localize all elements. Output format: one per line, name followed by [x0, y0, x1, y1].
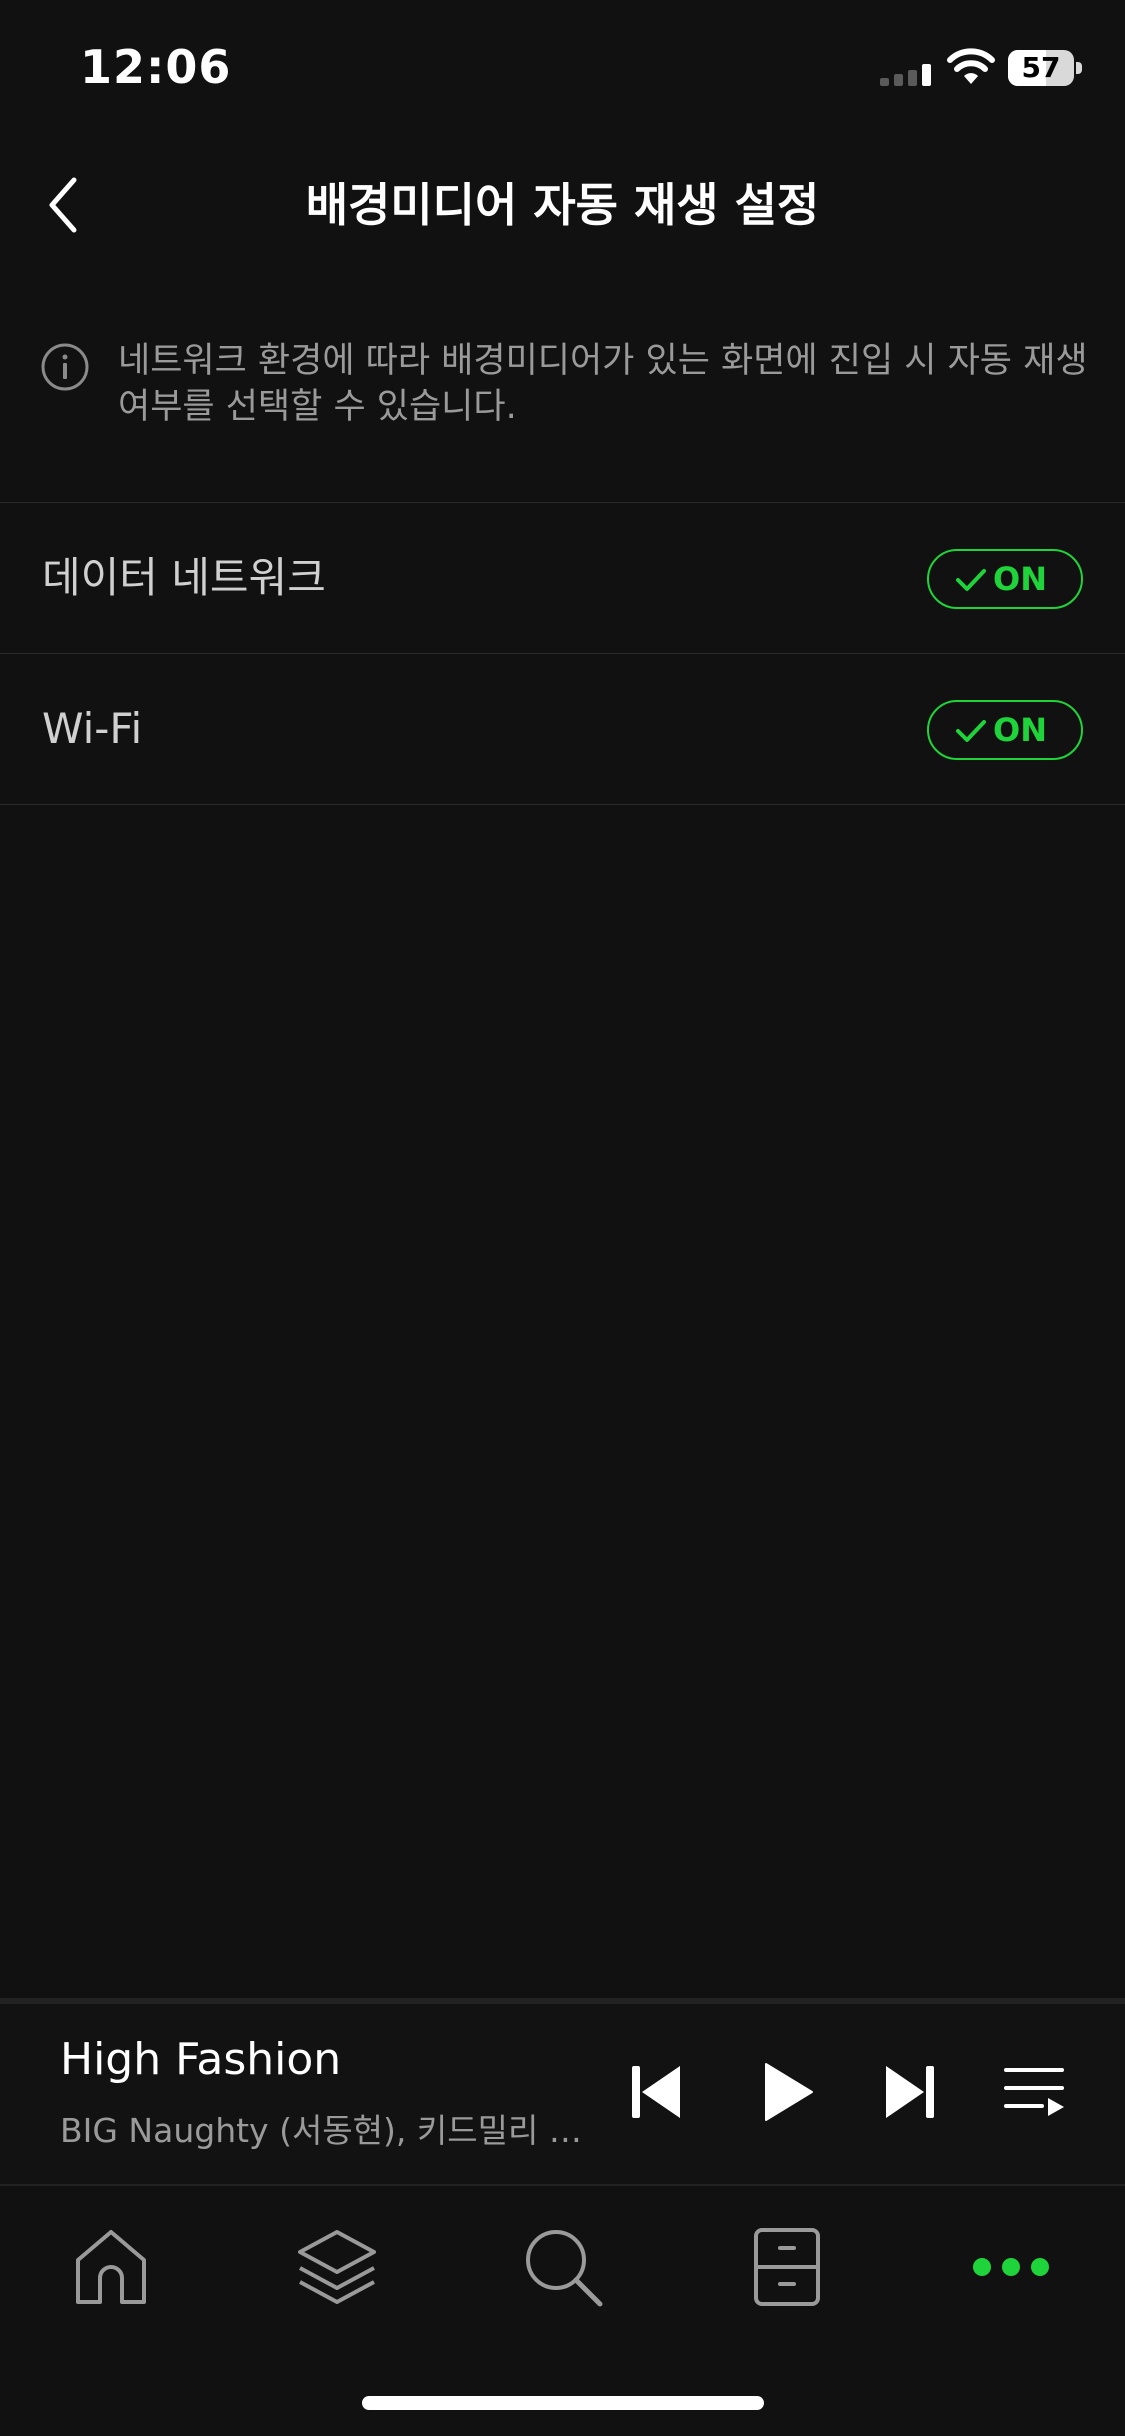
battery-icon: 57 [1008, 50, 1082, 86]
check-icon [956, 569, 986, 591]
setting-row-wifi: Wi-Fi ON [0, 654, 1125, 804]
status-time: 12:06 [80, 40, 232, 94]
skip-previous-icon[interactable] [624, 2060, 688, 2124]
data-network-toggle[interactable]: ON [927, 549, 1083, 609]
more-dots-icon[interactable] [966, 2222, 1056, 2312]
header: 배경미디어 자동 재생 설정 [0, 150, 1125, 260]
track-artist: BIG Naughty (서동현), 키드밀리 (Kid Milli) [60, 2111, 590, 2150]
setting-row-data-network: 데이터 네트워크 ON [0, 503, 1125, 653]
info-circle-icon [41, 343, 89, 391]
playlist-icon[interactable] [1002, 2060, 1066, 2124]
battery-cap [1076, 62, 1082, 74]
wifi-toggle[interactable]: ON [927, 700, 1083, 760]
skip-next-icon[interactable] [878, 2060, 942, 2124]
setting-label: Wi-Fi [42, 704, 143, 753]
cellular-signal-icon [880, 64, 931, 86]
check-icon [956, 720, 986, 742]
status-bar: 12:06 57 [0, 0, 1125, 140]
setting-label: 데이터 네트워크 [42, 553, 326, 602]
mini-player[interactable]: High Fashion BIG Naughty (서동현), 키드밀리 (Ki… [0, 2004, 1125, 2184]
layers-icon[interactable] [292, 2222, 382, 2312]
toggle-label: ON [993, 560, 1047, 598]
search-icon[interactable] [518, 2222, 608, 2312]
screen: 12:06 57 배경미디어 자동 재생 설정 네트워크 환경에 따라 배경미디… [0, 0, 1125, 2436]
track-title: High Fashion [60, 2034, 342, 2085]
back-button[interactable] [30, 170, 100, 240]
divider [0, 804, 1125, 805]
battery-level: 57 [1021, 51, 1061, 84]
chevron-left-icon [49, 177, 77, 233]
home-indicator[interactable] [362, 2396, 764, 2410]
info-text: 네트워크 환경에 따라 배경미디어가 있는 화면에 진입 시 자동 재생 여부를… [118, 341, 1088, 427]
page-title: 배경미디어 자동 재생 설정 [305, 178, 820, 232]
battery-body: 57 [1008, 50, 1074, 86]
home-icon[interactable] [66, 2222, 156, 2312]
wifi-icon [947, 48, 995, 84]
toggle-label: ON [993, 711, 1047, 749]
cabinet-icon[interactable] [742, 2222, 832, 2312]
play-icon[interactable] [754, 2060, 818, 2124]
